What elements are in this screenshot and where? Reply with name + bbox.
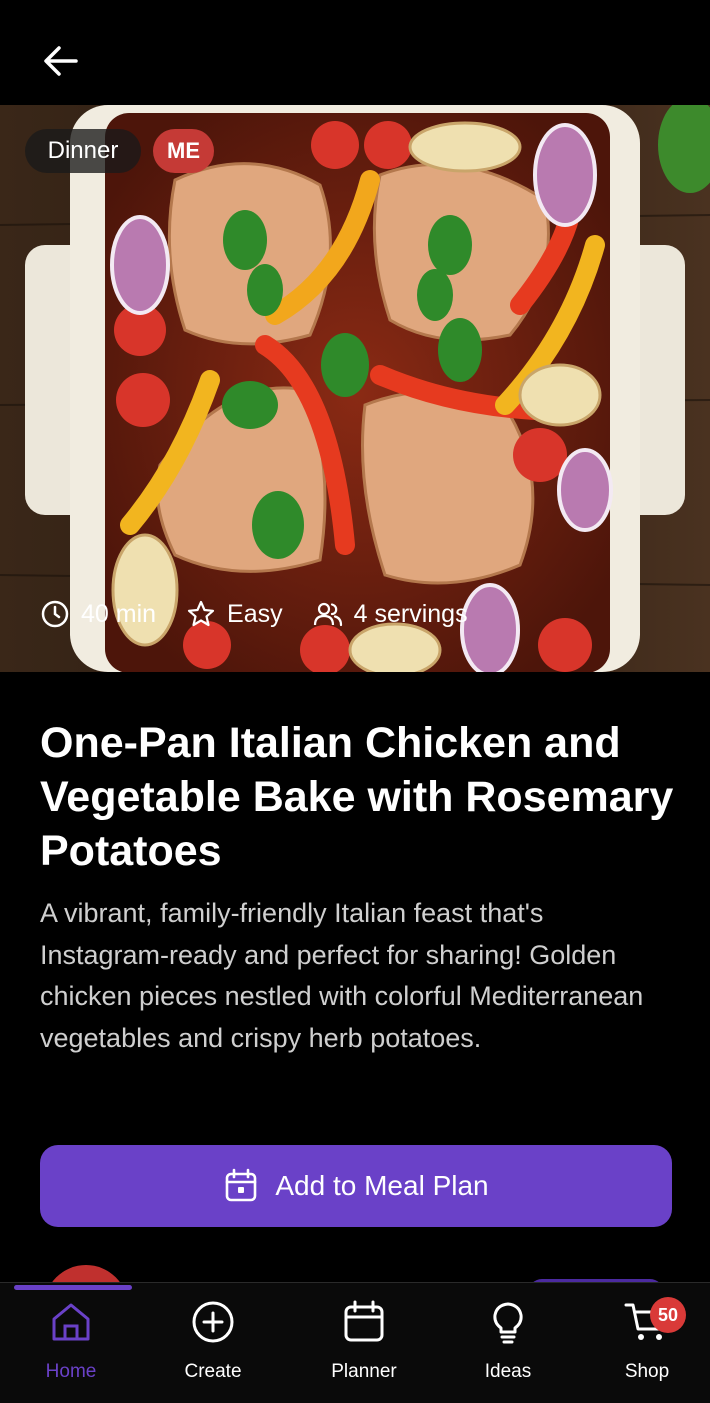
- cook-time-label: 40 min: [81, 599, 157, 628]
- nav-home[interactable]: Home: [11, 1283, 131, 1403]
- nav-ideas-label: Ideas: [484, 1361, 532, 1382]
- nav-create[interactable]: Create: [153, 1283, 273, 1403]
- bottom-navigation: Home Create Planner Ideas Shop: [0, 1282, 710, 1403]
- calendar-icon: [344, 1300, 384, 1342]
- difficulty: Easy: [186, 599, 283, 629]
- nav-home-label: Home: [45, 1361, 97, 1382]
- lightbulb-icon: [493, 1302, 523, 1344]
- servings: 4 servings: [313, 599, 468, 629]
- arrow-left-icon: [44, 46, 78, 76]
- nav-shop-label: Shop: [624, 1361, 670, 1382]
- nav-planner-label: Planner: [331, 1361, 397, 1382]
- nav-create-label: Create: [184, 1361, 242, 1382]
- category-tag: Dinner: [25, 129, 141, 173]
- home-icon: [52, 1303, 90, 1341]
- author-tag: ME: [153, 129, 214, 173]
- cook-time: 40 min: [40, 599, 156, 629]
- cart-count-badge: 50: [650, 1297, 686, 1333]
- plus-circle-icon: [192, 1301, 234, 1343]
- add-to-meal-plan-button[interactable]: Add to Meal Plan: [40, 1145, 672, 1227]
- star-icon: [187, 600, 215, 627]
- back-button[interactable]: [38, 38, 84, 84]
- recipe-meta: 40 min Easy 4 servings: [40, 599, 498, 629]
- users-icon: [313, 602, 342, 627]
- recipe-description: A vibrant, family-friendly Italian feast…: [40, 898, 644, 1053]
- nav-planner[interactable]: Planner: [304, 1283, 424, 1403]
- servings-label: 4 servings: [353, 599, 468, 628]
- recipe-hero-image: Dinner ME 40 min Easy 4 servings: [0, 105, 710, 672]
- add-to-meal-plan-label: Add to Meal Plan: [275, 1170, 489, 1201]
- food-photo: [0, 105, 710, 672]
- calendar-icon: [226, 1168, 257, 1202]
- top-bar: [0, 0, 710, 105]
- nav-shop[interactable]: Shop: [587, 1283, 707, 1403]
- nav-ideas[interactable]: Ideas: [448, 1283, 568, 1403]
- difficulty-label: Easy: [227, 599, 283, 628]
- recipe-title: One-Pan Italian Chicken and Vegetable Ba…: [40, 719, 674, 875]
- clock-icon: [41, 600, 69, 628]
